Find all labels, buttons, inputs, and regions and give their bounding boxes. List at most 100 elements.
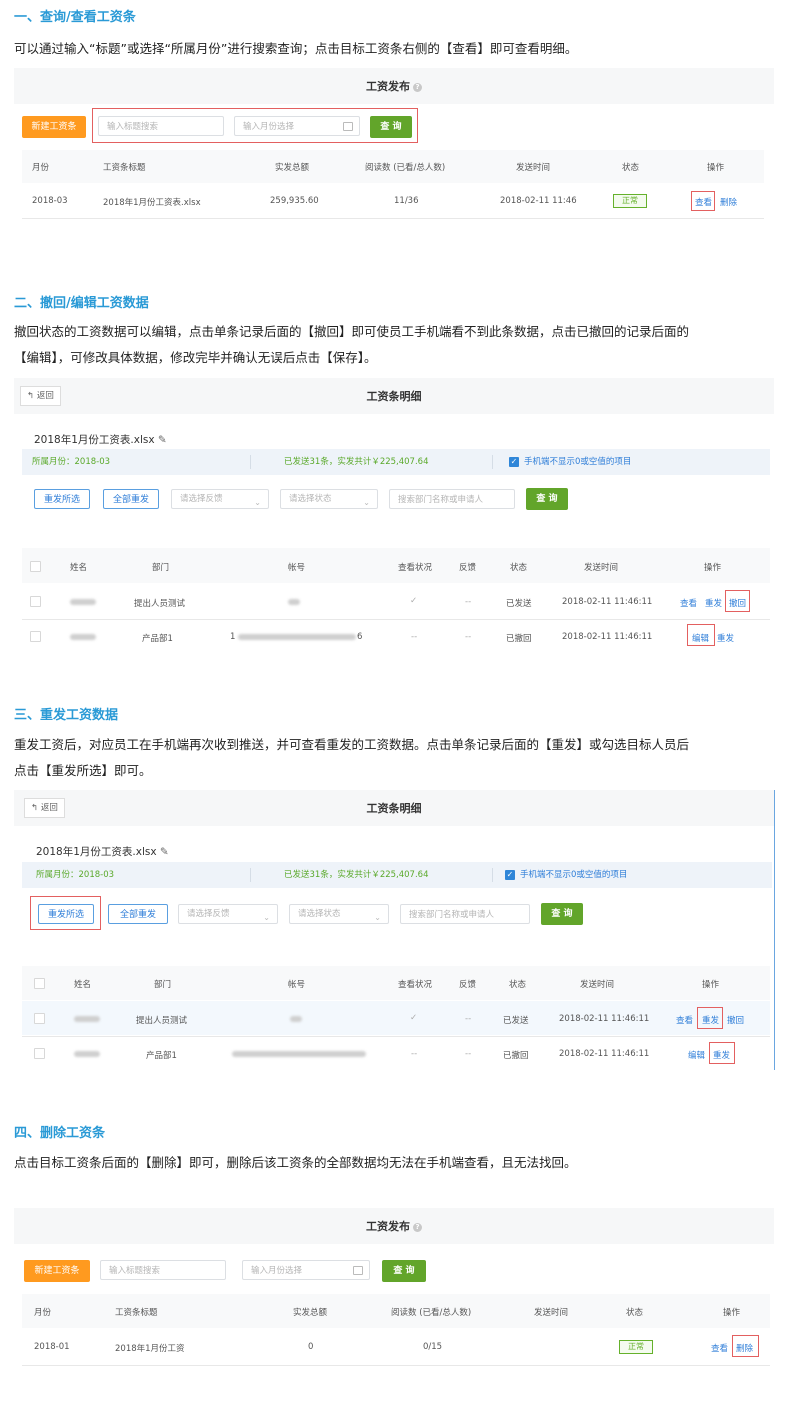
resend-link[interactable]: 重发 xyxy=(713,1049,730,1061)
file-title: 2018年1月份工资表.xlsx ✎ xyxy=(36,844,169,859)
cell-dept: 提出人员测试 xyxy=(136,1016,188,1026)
view-check-icon: ✓ xyxy=(410,1013,418,1023)
th-name: 姓名 xyxy=(70,563,88,573)
row-checkbox[interactable] xyxy=(34,1013,45,1024)
cell-time: 2018-02-11 11:46 xyxy=(500,196,577,206)
new-payslip-button[interactable]: 新建工资条 xyxy=(24,1260,90,1282)
table-header xyxy=(22,548,770,583)
payslip-detail-panel-1: ↰ 返回 工资条明细 2018年1月份工资表.xlsx ✎ 所属月份：2018-… xyxy=(14,378,774,660)
view-link[interactable]: 查看 xyxy=(676,1014,693,1026)
new-payslip-button[interactable]: 新建工资条 xyxy=(22,116,86,138)
resend-link[interactable]: 重发 xyxy=(717,632,734,644)
blurred-name xyxy=(70,634,96,640)
blurred-name xyxy=(70,599,96,605)
status-select-value: 请选择状态 xyxy=(298,909,341,919)
delete-link[interactable]: 删除 xyxy=(720,196,737,208)
payslip-detail-panel-2: ↰ 返回 工资条明细 2018年1月份工资表.xlsx ✎ 所属月份：2018-… xyxy=(14,790,775,1070)
section2-title: 二、撤回/编辑工资数据 xyxy=(14,296,149,311)
th-reads: 阅读数 (已看/总人数) xyxy=(365,163,446,173)
edit-pencil-icon[interactable]: ✎ xyxy=(160,846,169,858)
title-search-input[interactable]: 输入标题搜索 xyxy=(98,116,224,136)
th-month: 月份 xyxy=(32,163,50,173)
status-select[interactable]: 请选择状态 ⌄ xyxy=(280,489,378,509)
th-dept: 部门 xyxy=(152,563,170,573)
section4-title: 四、删除工资条 xyxy=(14,1126,106,1141)
query-button[interactable]: 查 询 xyxy=(382,1260,426,1282)
chevron-down-icon: ⌄ xyxy=(263,913,270,922)
file-name: 2018年1月份工资表.xlsx xyxy=(36,846,157,858)
edit-pencil-icon[interactable]: ✎ xyxy=(158,434,167,446)
withdraw-link[interactable]: 撤回 xyxy=(727,1014,744,1026)
delete-link[interactable]: 删除 xyxy=(736,1342,753,1354)
calendar-icon xyxy=(353,1266,363,1275)
th-name: 姓名 xyxy=(74,980,92,990)
th-actions: 操作 xyxy=(707,163,725,173)
blurred-name xyxy=(74,1051,100,1057)
row-checkbox[interactable] xyxy=(30,631,41,642)
resend-selected-button[interactable]: 重发所选 xyxy=(34,489,90,509)
title-search-input[interactable]: 输入标题搜索 xyxy=(100,1260,226,1280)
row-checkbox[interactable] xyxy=(30,596,41,607)
th-total: 实发总额 xyxy=(275,163,310,173)
month-placeholder: 输入月份选择 xyxy=(243,122,295,132)
resend-link[interactable]: 重发 xyxy=(705,597,722,609)
edit-link[interactable]: 编辑 xyxy=(692,632,709,644)
cell-title: 2018年1月份工资 xyxy=(115,1344,185,1354)
resend-link[interactable]: 重发 xyxy=(702,1014,719,1026)
edit-link[interactable]: 编辑 xyxy=(688,1049,705,1061)
feedback-select[interactable]: 请选择反馈 ⌄ xyxy=(178,904,278,924)
th-status: 状态 xyxy=(509,980,527,990)
panel-title: 工资发布 xyxy=(366,1220,410,1233)
th-title: 工资条标题 xyxy=(103,163,146,173)
select-all-checkbox[interactable] xyxy=(30,561,41,572)
th-view-status: 查看状况 xyxy=(398,563,433,573)
resend-all-button[interactable]: 全部重发 xyxy=(108,904,168,924)
withdraw-link[interactable]: 撤回 xyxy=(729,597,746,609)
dept-search-input[interactable]: 搜索部门名称或申请人 xyxy=(389,489,515,509)
th-actions: 操作 xyxy=(702,980,720,990)
feedback-select[interactable]: 请选择反馈 ⌄ xyxy=(171,489,269,509)
query-button[interactable]: 查 询 xyxy=(541,903,583,925)
hide-zero-label: 手机端不显示0或空值的项目 xyxy=(520,870,628,880)
hide-zero-checkbox[interactable]: ✓ xyxy=(505,870,515,880)
th-time: 发送时间 xyxy=(584,563,619,573)
query-button[interactable]: 查 询 xyxy=(526,488,568,510)
cell-time: 2018-02-11 11:46:11 xyxy=(562,597,653,607)
cell-dept: 产品部1 xyxy=(146,1051,177,1061)
calendar-icon xyxy=(343,122,353,131)
th-title: 工资条标题 xyxy=(115,1308,158,1318)
dept-search-input[interactable]: 搜索部门名称或申请人 xyxy=(400,904,530,924)
select-all-checkbox[interactable] xyxy=(34,978,45,989)
resend-all-button[interactable]: 全部重发 xyxy=(103,489,159,509)
status-select-value: 请选择状态 xyxy=(289,494,332,504)
hide-zero-label: 手机端不显示0或空值的项目 xyxy=(524,457,632,467)
query-button[interactable]: 查 询 xyxy=(370,116,412,138)
th-time: 发送时间 xyxy=(580,980,615,990)
hide-zero-checkbox[interactable]: ✓ xyxy=(509,457,519,467)
view-link[interactable]: 查看 xyxy=(711,1342,728,1354)
cell-time: 2018-02-11 11:46:11 xyxy=(562,632,653,642)
salary-publish-panel-2: 工资发布? 新建工资条 输入标题搜索 输入月份选择 查 询 月份 工资条标题 实… xyxy=(14,1208,774,1373)
view-link[interactable]: 查看 xyxy=(695,196,712,208)
help-icon[interactable]: ? xyxy=(413,82,422,92)
chevron-down-icon: ⌄ xyxy=(363,498,370,507)
th-status: 状态 xyxy=(622,163,640,173)
th-actions: 操作 xyxy=(704,563,722,573)
cell-view: -- xyxy=(411,1049,418,1059)
cell-total: 259,935.60 xyxy=(270,196,319,206)
cell-status: 已撤回 xyxy=(506,634,532,644)
cell-status: 已撤回 xyxy=(503,1051,529,1061)
view-link[interactable]: 查看 xyxy=(680,597,697,609)
cell-dept: 产品部1 xyxy=(142,634,173,644)
cell-reads: 0/15 xyxy=(423,1342,443,1352)
cell-view: -- xyxy=(411,632,418,642)
status-select[interactable]: 请选择状态 ⌄ xyxy=(289,904,389,924)
feedback-select-value: 请选择反馈 xyxy=(180,494,223,504)
row-checkbox[interactable] xyxy=(34,1048,45,1059)
month-picker-input[interactable]: 输入月份选择 xyxy=(242,1260,370,1280)
help-icon[interactable]: ? xyxy=(413,1222,422,1232)
cell-month: 2018-03 xyxy=(32,196,68,206)
th-time: 发送时间 xyxy=(516,163,551,173)
resend-selected-button[interactable]: 重发所选 xyxy=(38,904,94,924)
month-picker-input[interactable]: 输入月份选择 xyxy=(234,116,360,136)
